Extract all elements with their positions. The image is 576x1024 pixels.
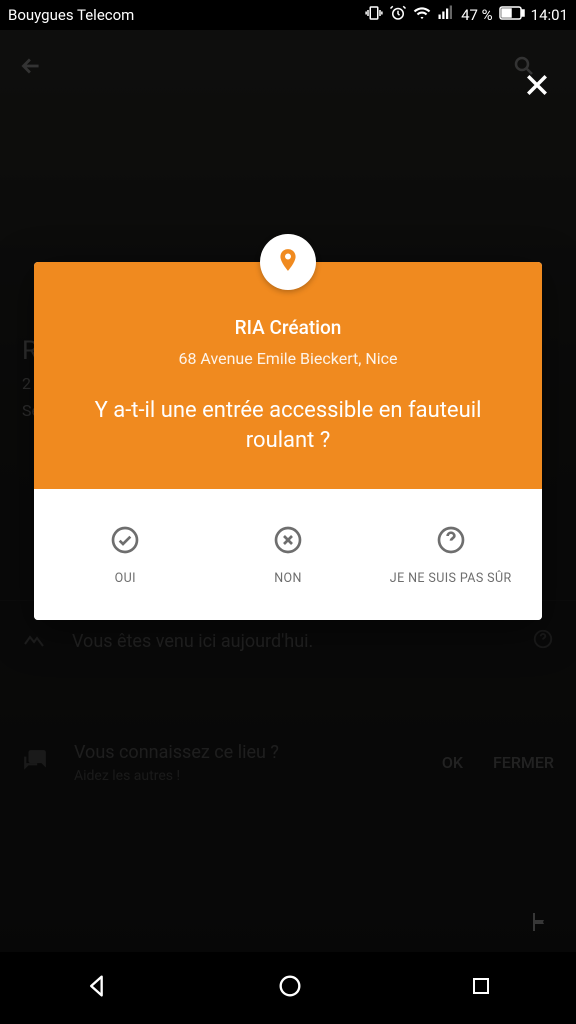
accessibility-question: Y a-t-il une entrée accessible en fauteu…: [62, 396, 514, 455]
status-bar: Bouygues Telecom 47 % 14:01: [0, 0, 576, 30]
place-pin-badge: [260, 234, 316, 290]
nav-back-button[interactable]: [83, 972, 111, 1004]
place-address: 68 Avenue Emile Bieckert, Nice: [62, 349, 514, 368]
nav-home-button[interactable]: [276, 972, 304, 1004]
map-pin-icon: [275, 247, 301, 277]
x-circle-icon: [271, 523, 305, 557]
answer-no-button[interactable]: NON: [207, 519, 370, 592]
place-name: RIA Création: [62, 316, 514, 339]
wifi-icon: [413, 4, 431, 26]
clock-label: 14:01: [531, 6, 568, 24]
carrier-label: Bouygues Telecom: [8, 6, 365, 24]
check-circle-icon: [108, 523, 142, 557]
battery-pct: 47 %: [461, 6, 493, 24]
answer-yes-label: OUI: [50, 571, 201, 588]
answer-unsure-label: JE NE SUIS PAS SÛR: [375, 571, 526, 588]
question-circle-icon: [434, 523, 468, 557]
vibrate-icon: [365, 4, 383, 26]
alarm-icon: [389, 4, 407, 26]
close-icon[interactable]: [522, 70, 552, 104]
answer-yes-button[interactable]: OUI: [44, 519, 207, 592]
question-modal: RIA Création 68 Avenue Emile Bieckert, N…: [34, 262, 542, 620]
signal-icon: [437, 4, 455, 26]
answer-unsure-button[interactable]: JE NE SUIS PAS SÛR: [369, 519, 532, 592]
battery-icon: [499, 6, 525, 24]
android-navbar: [0, 952, 576, 1024]
answer-no-label: NON: [213, 571, 364, 588]
nav-recent-button[interactable]: [469, 974, 493, 1002]
